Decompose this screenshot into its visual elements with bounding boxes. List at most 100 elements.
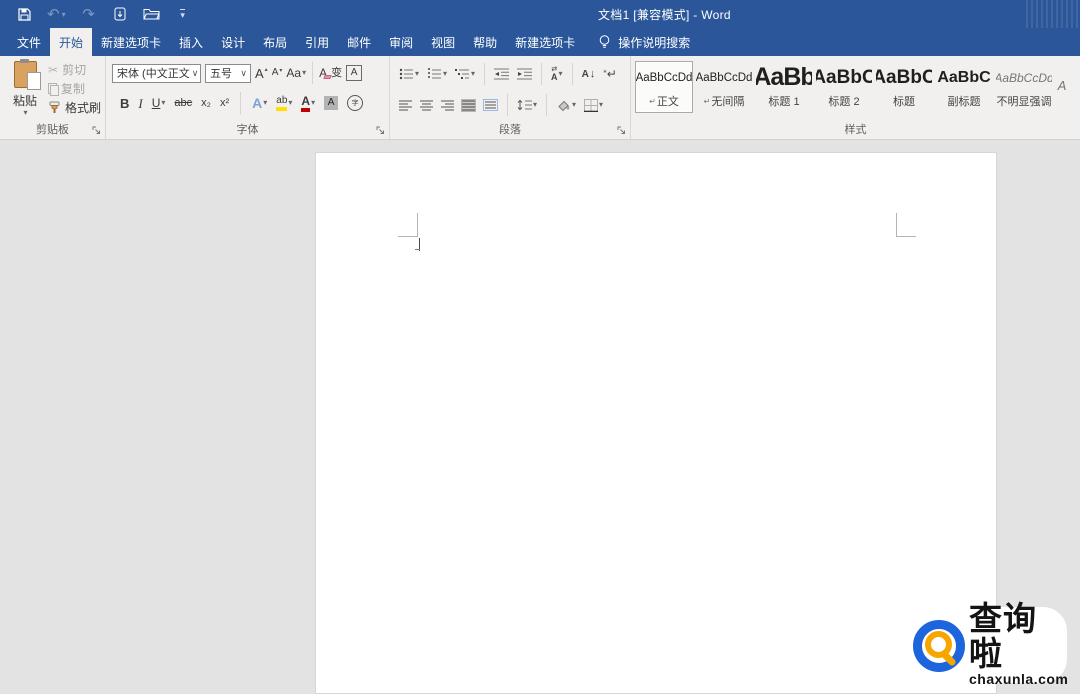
- tab-design[interactable]: 设计: [212, 28, 254, 56]
- lightbulb-icon: [598, 34, 611, 50]
- undo-button[interactable]: ↶ ▾: [47, 4, 66, 24]
- highlight-button[interactable]: ab ▾: [276, 96, 292, 111]
- phonetic-guide-icon: 变: [331, 68, 342, 79]
- phonetic-guide-button[interactable]: 变: [331, 68, 342, 79]
- distribute-button[interactable]: [482, 98, 499, 112]
- paste-button[interactable]: 粘贴 ▾: [6, 61, 44, 121]
- increase-indent-button[interactable]: [516, 67, 533, 81]
- strikethrough-button[interactable]: abc: [174, 98, 192, 109]
- customize-quick-access-button[interactable]: ▾: [175, 4, 191, 24]
- grow-font-icon: A: [255, 67, 264, 80]
- format-painter-button[interactable]: 格式刷: [48, 100, 101, 115]
- separator: [240, 92, 241, 114]
- tab-references[interactable]: 引用: [296, 28, 338, 56]
- paragraph-dialog-launcher[interactable]: [617, 126, 627, 136]
- text-effects-button[interactable]: A ▾: [252, 96, 267, 110]
- style-partial[interactable]: A: [1055, 61, 1069, 113]
- styles-group: AaBbCcDd ↵正文 AaBbCcDd ↵无间隔 AaBb 标题 1 AaB…: [631, 56, 1080, 139]
- align-left-button[interactable]: [398, 99, 413, 112]
- font-color-button[interactable]: A ▾: [301, 95, 315, 112]
- enclose-characters-button[interactable]: 字: [347, 95, 363, 111]
- clipboard-dialog-launcher[interactable]: [92, 126, 102, 136]
- subscript-button[interactable]: x₂: [201, 98, 211, 109]
- tab-help[interactable]: 帮助: [464, 28, 506, 56]
- shading-dropdown-icon: ▾: [572, 101, 576, 109]
- tab-review[interactable]: 审阅: [380, 28, 422, 56]
- font-dialog-launcher[interactable]: [376, 126, 386, 136]
- font-name-combo[interactable]: 宋体 (中文正文 ∨: [112, 64, 201, 83]
- tab-view[interactable]: 视图: [422, 28, 464, 56]
- underline-button[interactable]: U ▾: [152, 97, 166, 109]
- font-row-2: B I U ▾ abc x₂ x² A ▾ ab ▾: [120, 92, 389, 114]
- paste-dropdown-icon[interactable]: ▾: [23, 109, 27, 117]
- justify-button[interactable]: [461, 99, 476, 112]
- style-subtitle[interactable]: AaBbC 副标题: [935, 61, 993, 113]
- superscript-icon: x²: [220, 98, 229, 109]
- style-heading-1[interactable]: AaBb 标题 1: [755, 61, 813, 113]
- style-title[interactable]: AaBbC 标题: [875, 61, 933, 113]
- separator: [541, 63, 542, 85]
- align-center-button[interactable]: [419, 99, 434, 112]
- asian-layout-dropdown-icon: ▾: [559, 70, 563, 78]
- asian-layout-button[interactable]: ⇄ A ▾: [550, 65, 564, 83]
- change-case-button[interactable]: Aa ▾: [286, 67, 306, 79]
- save-button[interactable]: [16, 4, 32, 24]
- magnifier-icon: [911, 617, 967, 673]
- clear-formatting-button[interactable]: A: [319, 67, 327, 79]
- tell-me-label: 操作说明搜索: [618, 34, 690, 51]
- grow-font-button[interactable]: A ▴: [255, 67, 268, 80]
- undo-dropdown-icon[interactable]: ▾: [62, 10, 66, 19]
- borders-button[interactable]: ▾: [583, 98, 604, 113]
- character-border-button[interactable]: A: [346, 65, 362, 81]
- italic-button[interactable]: I: [138, 97, 142, 110]
- bold-button[interactable]: B: [120, 97, 129, 110]
- font-size-combo[interactable]: 五号 ∨: [205, 64, 251, 83]
- shrink-font-button[interactable]: A ▾: [272, 68, 283, 78]
- ribbon-tab-row: 文件 开始 新建选项卡 插入 设计 布局 引用 邮件 审阅 视图 帮助 新建选项…: [0, 28, 1080, 56]
- superscript-button[interactable]: x²: [220, 98, 229, 109]
- tab-file[interactable]: 文件: [8, 28, 50, 56]
- style-preview: AaBbCcDd: [696, 62, 752, 93]
- font-size-value: 五号: [210, 65, 232, 81]
- style-preview: AaBbC: [876, 62, 932, 93]
- tab-new-tab-1[interactable]: 新建选项卡: [92, 28, 170, 56]
- bullets-button[interactable]: ▾: [398, 67, 420, 81]
- show-marks-button[interactable]: ⁎ ↵: [602, 66, 618, 82]
- paragraph-group-label: 段落: [390, 121, 630, 137]
- character-shading-button[interactable]: A: [324, 96, 338, 110]
- tab-new-tab-2[interactable]: 新建选项卡: [506, 28, 584, 56]
- tab-home[interactable]: 开始: [50, 28, 92, 56]
- tab-layout[interactable]: 布局: [254, 28, 296, 56]
- multilevel-list-button[interactable]: ▾: [454, 67, 476, 81]
- redo-button[interactable]: ↷: [81, 4, 97, 24]
- style-heading-2[interactable]: AaBbC 标题 2: [815, 61, 873, 113]
- change-case-icon: Aa: [286, 67, 301, 79]
- decrease-indent-button[interactable]: [493, 67, 510, 81]
- numbering-button[interactable]: ▾: [426, 67, 448, 81]
- separator: [507, 94, 508, 116]
- style-normal[interactable]: AaBbCcDd ↵正文: [635, 61, 693, 113]
- copy-button[interactable]: 复制: [48, 81, 101, 96]
- change-case-dropdown-icon: ▾: [302, 69, 306, 77]
- bullets-dropdown-icon: ▾: [415, 70, 419, 78]
- tab-mailings[interactable]: 邮件: [338, 28, 380, 56]
- highlight-dropdown-icon: ▾: [288, 99, 292, 107]
- touch-mouse-mode-button[interactable]: [112, 4, 128, 24]
- line-spacing-button[interactable]: ▾: [516, 98, 538, 112]
- sort-button[interactable]: A ↓: [581, 67, 597, 81]
- touch-mouse-mode-icon: [114, 7, 126, 21]
- style-no-spacing[interactable]: AaBbCcDd ↵无间隔: [695, 61, 753, 113]
- style-subtle-emphasis[interactable]: AaBbCcDd 不明显强调: [995, 61, 1053, 113]
- clipboard-group-label: 剪贴板: [0, 121, 105, 137]
- shading-button[interactable]: ▾: [555, 98, 577, 113]
- watermark-domain: chaxunla.com: [969, 671, 1068, 687]
- cut-button[interactable]: ✂ 剪切: [48, 62, 101, 77]
- tell-me-search[interactable]: 操作说明搜索: [598, 28, 690, 56]
- shrink-font-icon: A: [272, 68, 279, 78]
- tab-insert[interactable]: 插入: [170, 28, 212, 56]
- align-right-button[interactable]: [440, 99, 455, 112]
- numbering-dropdown-icon: ▾: [443, 70, 447, 78]
- open-button[interactable]: [143, 4, 160, 24]
- italic-icon: I: [138, 97, 142, 110]
- separator: [484, 63, 485, 85]
